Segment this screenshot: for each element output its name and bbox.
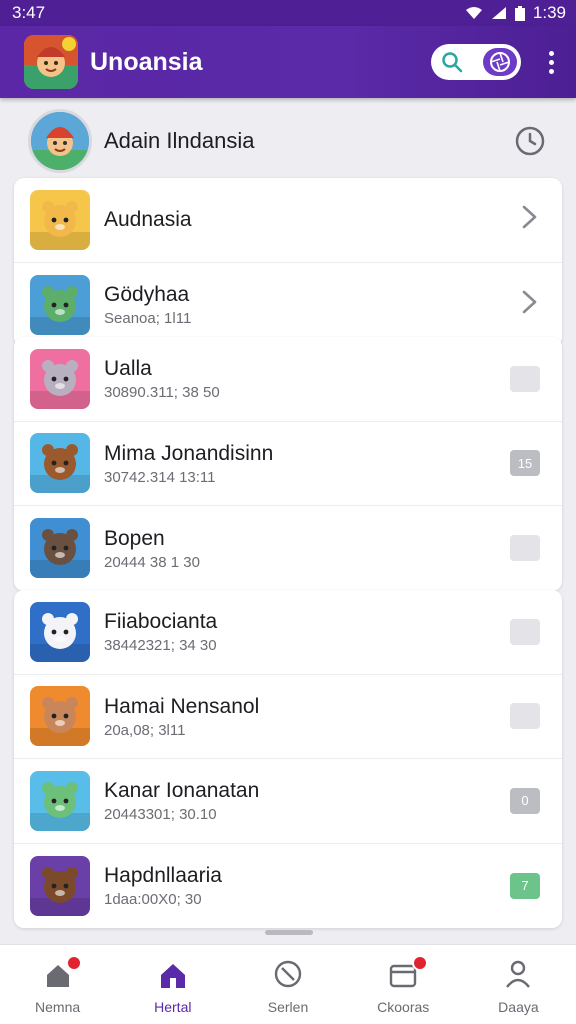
status-time-right: 1:39: [532, 3, 566, 22]
notification-badge: [65, 955, 82, 971]
status-badge[interactable]: [510, 703, 540, 730]
search-icon: [442, 52, 463, 73]
notification-badge: [412, 955, 429, 971]
list-item-title: Fiiabocianta: [104, 610, 218, 634]
list-item-text: Hamai Nensanol 20a,08; 3l11: [104, 694, 510, 739]
list-item-text: Ualla 30890.311; 38 50: [104, 356, 510, 401]
pinned-name: Adain Ilndansia: [104, 128, 255, 153]
list-item[interactable]: Hapdnllaaria 1daa:00X0; 30 7: [14, 844, 562, 929]
profile-icon: [504, 959, 532, 989]
compass-icon: [273, 959, 303, 989]
lion-avatar-icon: [30, 189, 90, 250]
list-item-subtitle: 30890.311; 38 50: [104, 384, 220, 402]
moose-avatar-icon: [30, 855, 90, 916]
list-item[interactable]: Gödyhaa Seanoa; 1l11: [14, 263, 562, 348]
aperture-icon: [490, 52, 510, 72]
list-item-subtitle: 1daa:00X0; 30: [104, 891, 202, 909]
status-badge[interactable]: [510, 535, 540, 562]
list-item-title: Ualla: [104, 357, 152, 381]
unicorn-avatar-icon: [30, 274, 90, 335]
list-item-title: Audnasia: [104, 207, 192, 231]
inbox-icon: [388, 955, 429, 989]
list-item-text: Gödyhaa Seanoa; 1l11: [104, 282, 518, 327]
list-item-subtitle: 20a,08; 3l11: [104, 721, 186, 739]
list-item-subtitle: 20444 38 1 30: [104, 553, 200, 571]
conversation-card: Fiiabocianta 38442321; 34 30 Hamai Nensano…: [14, 590, 562, 928]
chevron-right-icon[interactable]: [518, 289, 540, 320]
more-options-icon[interactable]: [543, 47, 560, 78]
status-badge[interactable]: 15: [510, 450, 540, 477]
search-toggle[interactable]: [431, 44, 521, 80]
list-item-title: Gödyhaa: [104, 283, 190, 307]
avatar: [28, 109, 92, 173]
list-item[interactable]: Ualla 30890.311; 38 50: [14, 337, 562, 422]
list-item-title: Kanar Ionanatan: [104, 779, 260, 803]
nav-label: Serlen: [267, 999, 309, 1015]
status-badge[interactable]: 0: [510, 787, 540, 814]
list-item[interactable]: Fiiabocianta 38442321; 34 30: [14, 590, 562, 675]
list-item-subtitle: 30742.314 13:11: [104, 468, 216, 486]
list-item-text: Kanar Ionanatan 20443301; 30.10: [104, 778, 510, 823]
house-filled-icon: [158, 959, 188, 989]
list-item[interactable]: Kanar Ionanatan 20443301; 30.10 0: [14, 759, 562, 844]
list-item-text: Audnasia: [104, 207, 518, 233]
nav-item-serlen[interactable]: Serlen: [230, 945, 345, 1024]
status-time-left: 3:47: [12, 3, 46, 22]
list-item-subtitle: 20443301; 30.10: [104, 806, 217, 824]
list-item[interactable]: Mima Jonandisinn 30742.314 13:11 15: [14, 422, 562, 506]
list-item-text: Mima Jonandisinn 30742.314 13:11: [104, 441, 510, 486]
toggle-knob[interactable]: [483, 48, 517, 76]
list-item[interactable]: Audnasia: [14, 178, 562, 263]
status-badge[interactable]: 7: [510, 872, 540, 899]
list-item-title: Mima Jonandisinn: [104, 441, 274, 465]
kid-avatar-icon: [30, 686, 90, 747]
list-item-title: Bopen: [104, 526, 165, 550]
app-title: Unoansia: [90, 47, 203, 76]
fox-avatar-icon: [30, 601, 90, 662]
list-item-subtitle: Seanoa; 1l11: [104, 310, 192, 328]
list-item[interactable]: Hamai Nensanol 20a,08; 3l11: [14, 675, 562, 759]
nav-item-hertal[interactable]: Hertal: [115, 945, 230, 1024]
app-logo-icon[interactable]: [24, 35, 78, 89]
signal-icon: [491, 7, 506, 19]
nav-item-nemna[interactable]: Nemna: [0, 945, 115, 1024]
cat-avatar-icon: [30, 518, 90, 579]
mouse-avatar-icon: [30, 348, 90, 409]
list-item-subtitle: 38442321; 34 30: [104, 637, 217, 655]
clock-icon[interactable]: [514, 125, 546, 157]
list-item-title: Hapdnllaaria: [104, 864, 222, 888]
nav-label: Nemna: [35, 999, 81, 1015]
nav-item-daaya[interactable]: Daaya: [461, 945, 576, 1024]
home-icon: [44, 955, 82, 989]
list-item-text: Bopen 20444 38 1 30: [104, 526, 510, 571]
status-badge[interactable]: [510, 618, 540, 645]
bottom-navigation: Nemna Hertal Serlen Ckooras Daaya: [0, 944, 576, 1024]
nav-label: Daaya: [498, 999, 539, 1015]
bear-avatar-icon: [30, 433, 90, 494]
battery-icon: [514, 5, 525, 21]
pinned-row[interactable]: Adain Ilndansia: [14, 104, 562, 178]
list-item-title: Hamai Nensanol: [104, 694, 260, 718]
wifi-icon: [465, 7, 482, 19]
nav-label: Hertal: [154, 999, 192, 1015]
chevron-right-icon[interactable]: [518, 204, 540, 235]
nav-label: Ckooras: [377, 999, 430, 1015]
dino-avatar-icon: [30, 770, 90, 831]
list-item[interactable]: Bopen 20444 38 1 30: [14, 506, 562, 591]
sheet-handle[interactable]: [265, 930, 313, 935]
app-bar: Unoansia: [0, 26, 576, 98]
conversation-card: Audnasia Gödyhaa Seanoa; 1l11: [14, 178, 562, 347]
list-item-text: Fiiabocianta 38442321; 34 30: [104, 609, 510, 654]
status-badge[interactable]: [510, 365, 540, 392]
list-item-text: Hapdnllaaria 1daa:00X0; 30: [104, 863, 510, 908]
conversation-card: Ualla 30890.311; 38 50 Mima Jonandisinn 307…: [14, 337, 562, 591]
nav-item-ckooras[interactable]: Ckooras: [346, 945, 461, 1024]
status-bar: 3:47 1:39: [0, 0, 576, 26]
